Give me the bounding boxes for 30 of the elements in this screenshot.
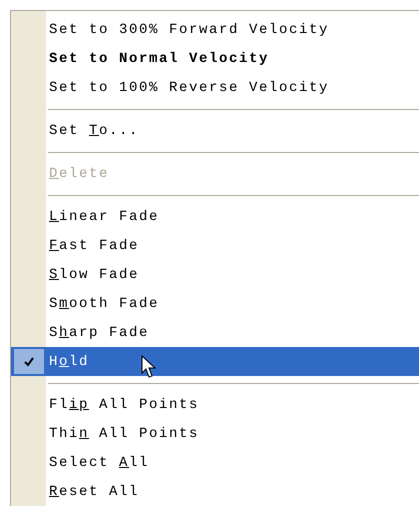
menu-item-label: R eset All xyxy=(48,484,140,500)
menu-item[interactable]: Fl ip All Points xyxy=(11,390,419,419)
menu-item[interactable]: Smooth Fade xyxy=(11,289,419,318)
menu-item-label: Smooth Fade xyxy=(48,296,160,312)
menu-item[interactable]: Set to Normal Velocity xyxy=(11,44,419,73)
menu-item-label: H o ld xyxy=(48,354,90,370)
menu-item-label: Thi n All Points xyxy=(48,426,200,442)
menu-item-label: S h arp Fade xyxy=(48,324,150,340)
menu-item[interactable]: H o ld xyxy=(11,347,419,376)
menu-item-label: Set to Normal Velocity xyxy=(48,50,270,66)
menu-item[interactable]: Select A ll xyxy=(11,448,419,477)
menu-item-label: Set To... xyxy=(48,122,140,138)
menu-item[interactable]: F ast Fade xyxy=(11,231,419,260)
menu-item-label: L inear Fade xyxy=(48,208,160,224)
menu-item[interactable]: S h arp Fade xyxy=(11,318,419,347)
menu-item[interactable]: R eset All xyxy=(11,477,419,506)
mouse-pointer-icon xyxy=(141,355,157,379)
menu-item-label: S low Fade xyxy=(48,266,140,282)
menu-item[interactable]: S low Fade xyxy=(11,260,419,289)
menu-item[interactable]: L inear Fade xyxy=(11,202,419,231)
menu-item[interactable]: Thi n All Points xyxy=(11,419,419,448)
menu-item[interactable]: Set to 300% Forward Velocity xyxy=(11,15,419,44)
menu-item-label: Set to 300% Forward Velocity xyxy=(48,22,330,38)
menu-item-label: Fl ip All Points xyxy=(48,396,200,412)
menu-item-label: D elete xyxy=(48,166,110,182)
menu-item-label: Select A ll xyxy=(48,454,150,470)
menu-item-label: F ast Fade xyxy=(48,238,140,254)
menu-item[interactable]: Set To... xyxy=(11,116,419,145)
menu-item-label: Set to 100% Reverse Velocity xyxy=(48,80,330,96)
menu-item[interactable]: Set to 100% Reverse Velocity xyxy=(11,73,419,102)
